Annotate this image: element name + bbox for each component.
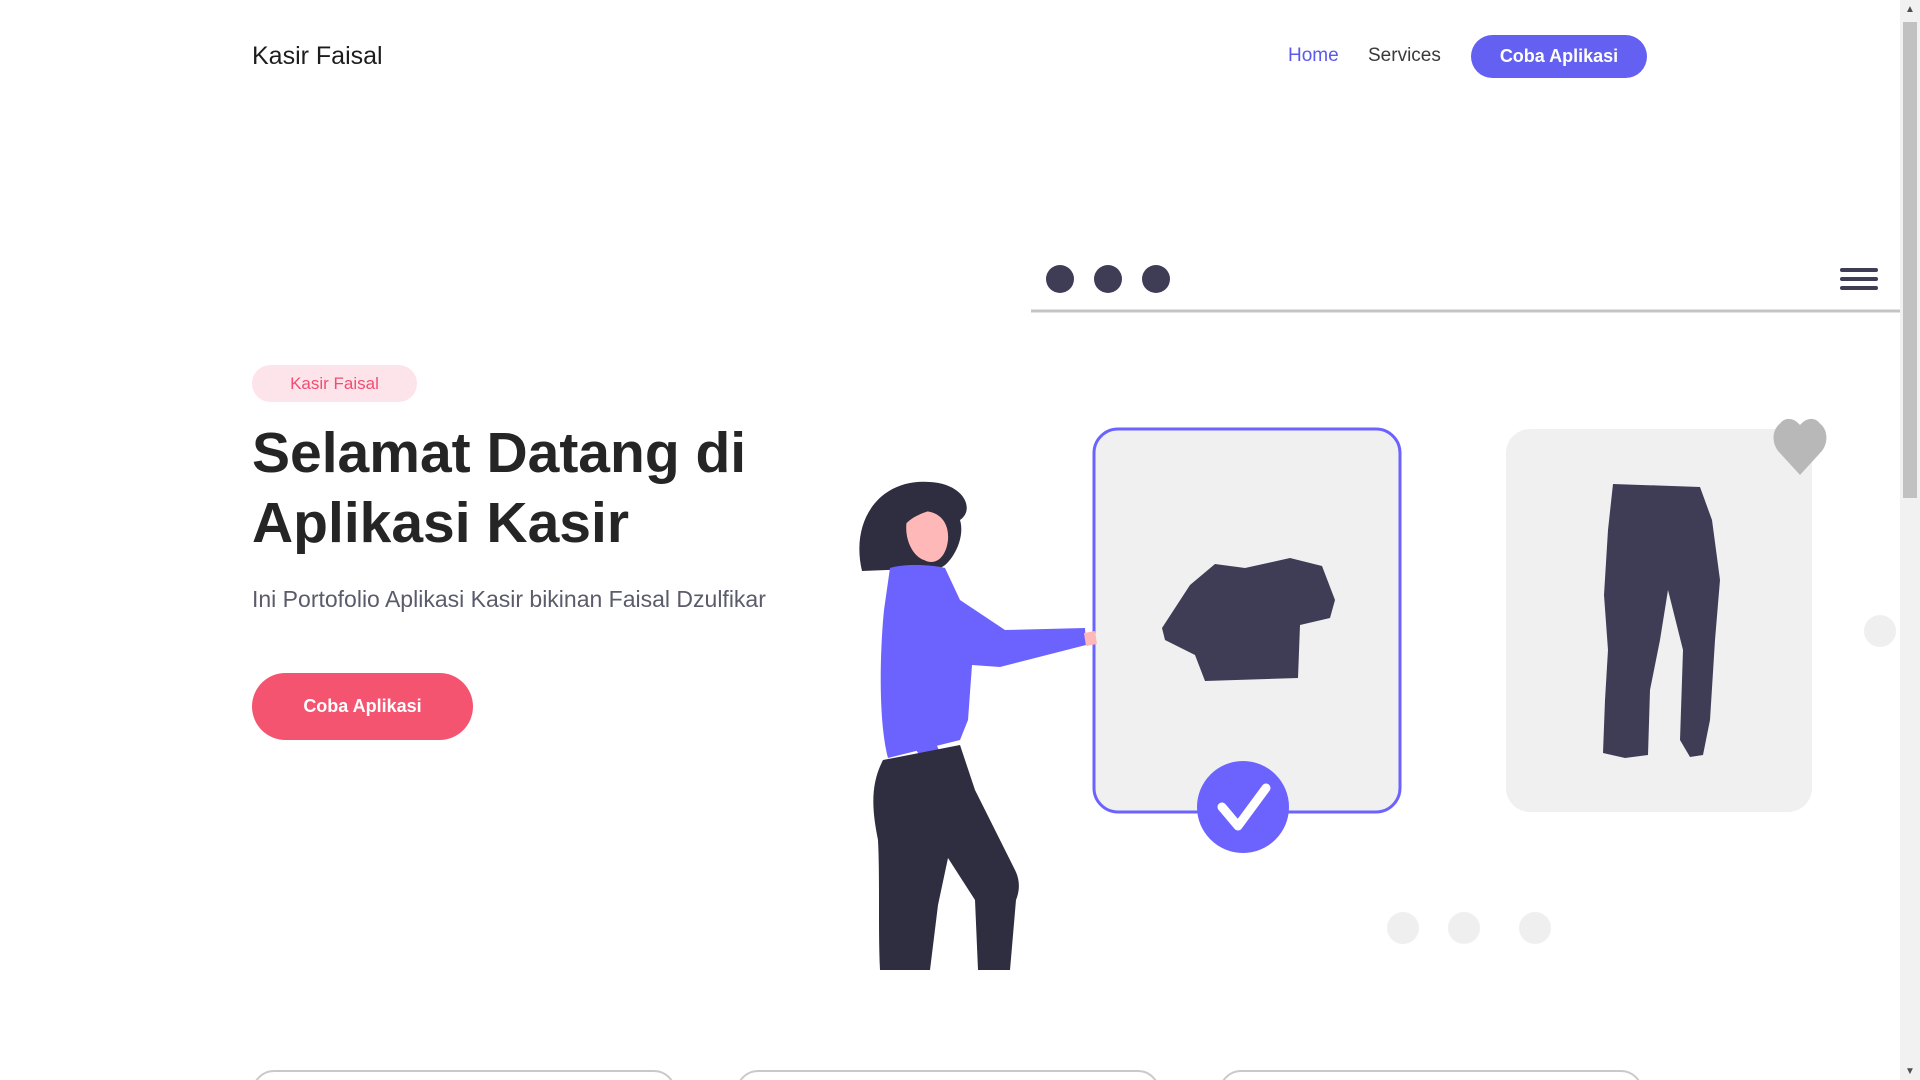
- decor-dot: [1864, 615, 1896, 647]
- feature-card: [736, 1070, 1160, 1080]
- scroll-thumb[interactable]: [1903, 22, 1917, 498]
- decor-dot: [1387, 912, 1419, 944]
- hero-illustration: [859, 265, 1900, 970]
- person-figure: [859, 481, 1097, 970]
- feature-card: [252, 1070, 676, 1080]
- decor-dot: [1519, 912, 1551, 944]
- page-scrollbar[interactable]: ▲ ▼: [1900, 0, 1920, 1080]
- page: Kasir Faisal Home Services Coba Aplikasi…: [0, 0, 1900, 1080]
- hamburger-icon: [1840, 268, 1878, 290]
- scroll-down-arrow-icon[interactable]: ▼: [1900, 1062, 1920, 1080]
- decor-dot: [1448, 912, 1480, 944]
- browser-window-dots: [1046, 265, 1170, 293]
- scroll-up-arrow-icon[interactable]: ▲: [1900, 0, 1920, 18]
- check-circle-icon: [1197, 761, 1289, 853]
- feature-card: [1219, 1070, 1643, 1080]
